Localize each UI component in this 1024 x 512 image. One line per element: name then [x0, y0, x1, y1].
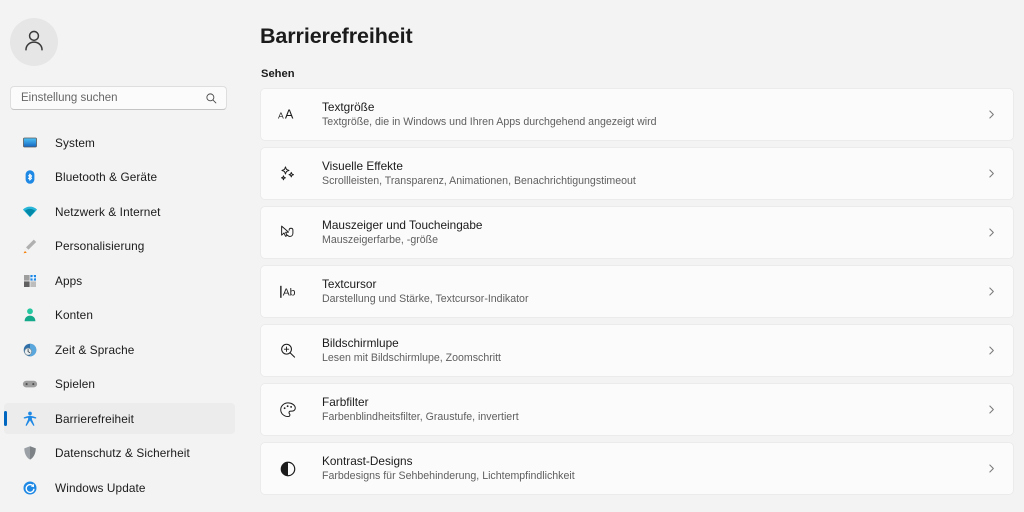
svg-text:A: A: [285, 106, 294, 121]
monitor-icon: [22, 135, 38, 151]
setting-card-textgroesse[interactable]: A A Textgröße Textgröße, die in Windows …: [260, 88, 1014, 141]
page-title: Barrierefreiheit: [260, 24, 413, 48]
card-subtitle: Textgröße, die in Windows und Ihren Apps…: [322, 116, 657, 129]
card-title: Farbfilter: [322, 395, 369, 410]
sidebar-item-label: Konten: [55, 308, 93, 322]
sparkle-effects-icon: [277, 163, 299, 185]
sidebar-item-windows-update[interactable]: Windows Update: [4, 472, 235, 503]
sidebar-item-label: Bluetooth & Geräte: [55, 170, 158, 184]
card-subtitle: Mauszeigerfarbe, -größe: [322, 234, 438, 247]
setting-card-kontrast-designs[interactable]: Kontrast-Designs Farbdesigns für Sehbehi…: [260, 442, 1014, 495]
sidebar-item-label: Datenschutz & Sicherheit: [55, 446, 190, 460]
search-box[interactable]: [10, 86, 227, 110]
svg-text:Ab: Ab: [283, 287, 296, 298]
setting-card-farbfilter[interactable]: Farbfilter Farbenblindheitsfilter, Graus…: [260, 383, 1014, 436]
chevron-right-icon[interactable]: [986, 227, 997, 238]
card-title: Textgröße: [322, 100, 375, 115]
card-text: Kontrast-Designs Farbdesigns für Sehbehi…: [322, 454, 986, 483]
card-title: Textcursor: [322, 277, 377, 292]
settings-card-list: A A Textgröße Textgröße, die in Windows …: [260, 88, 1014, 495]
wifi-icon: [22, 204, 38, 220]
contrast-half-circle-icon: [277, 458, 299, 480]
sidebar-item-label: Spielen: [55, 377, 96, 391]
card-title: Kontrast-Designs: [322, 454, 413, 469]
search-input[interactable]: [21, 87, 205, 109]
card-text: Textgröße Textgröße, die in Windows und …: [322, 100, 986, 129]
gamepad-icon: [22, 376, 38, 392]
sidebar-item-label: System: [55, 135, 95, 150]
card-subtitle: Scrollleisten, Transparenz, Animationen,…: [322, 175, 636, 188]
apps-grid-icon: [22, 273, 38, 289]
card-subtitle: Darstellung und Stärke, Textcursor-Indik…: [322, 293, 529, 306]
chevron-right-icon[interactable]: [986, 109, 997, 120]
sidebar-item-label: Windows Update: [55, 480, 146, 495]
card-text: Textcursor Darstellung und Stärke, Textc…: [322, 277, 986, 306]
card-subtitle: Farbdesigns für Sehbehinderung, Lichtemp…: [322, 470, 575, 483]
card-subtitle: Lesen mit Bildschirmlupe, Zoomschritt: [322, 352, 501, 365]
sidebar-item-time-language[interactable]: Zeit & Sprache: [4, 334, 235, 365]
color-palette-icon: [277, 399, 299, 421]
settings-window: System Bluetooth & Geräte: [0, 0, 1024, 512]
sidebar-item-bluetooth-devices[interactable]: Bluetooth & Geräte: [4, 162, 235, 193]
refresh-circle-icon: [22, 480, 38, 496]
sidebar-item-label: Barrierefreiheit: [55, 411, 134, 426]
sidebar-item-accounts[interactable]: Konten: [4, 300, 235, 331]
accessibility-person-icon: [22, 411, 38, 427]
section-label-sehen: Sehen: [261, 68, 295, 80]
person-avatar-icon: [21, 27, 47, 58]
sidebar-item-gaming[interactable]: Spielen: [4, 369, 235, 400]
clock-globe-icon: [22, 342, 38, 358]
card-text: Mauszeiger und Toucheingabe Mauszeigerfa…: [322, 218, 986, 247]
card-text: Visuelle Effekte Scrollleisten, Transpar…: [322, 159, 986, 188]
card-title: Bildschirmlupe: [322, 336, 399, 351]
sidebar-item-privacy-security[interactable]: Datenschutz & Sicherheit: [4, 438, 235, 469]
sidebar-nav: System Bluetooth & Geräte Netzwerk & Int…: [0, 127, 240, 503]
text-size-aa-icon: A A: [277, 104, 299, 126]
chevron-right-icon[interactable]: [986, 463, 997, 474]
magnifier-plus-icon: [277, 340, 299, 362]
card-subtitle: Farbenblindheitsfilter, Graustufe, inver…: [322, 411, 519, 424]
sidebar: System Bluetooth & Geräte: [0, 0, 240, 512]
sidebar-item-label: Apps: [55, 273, 83, 288]
card-title: Mauszeiger und Toucheingabe: [322, 218, 483, 233]
sidebar-item-label: Personalisierung: [55, 239, 145, 253]
svg-text:A: A: [278, 110, 284, 120]
chevron-right-icon[interactable]: [986, 286, 997, 297]
main-content: Barrierefreiheit Sehen A A Textgröße Tex…: [240, 0, 1024, 512]
avatar[interactable]: [10, 18, 58, 66]
setting-card-textcursor[interactable]: Ab Textcursor Darstellung und Stärke, Te…: [260, 265, 1014, 318]
card-title: Visuelle Effekte: [322, 159, 403, 174]
sidebar-item-label: Netzwerk & Internet: [55, 204, 161, 219]
chevron-right-icon[interactable]: [986, 345, 997, 356]
setting-card-bildschirmlupe[interactable]: Bildschirmlupe Lesen mit Bildschirmlupe,…: [260, 324, 1014, 377]
card-text: Bildschirmlupe Lesen mit Bildschirmlupe,…: [322, 336, 986, 365]
avatar-row: [0, 0, 240, 66]
bluetooth-icon: [22, 169, 38, 185]
chevron-right-icon[interactable]: [986, 404, 997, 415]
setting-card-mauszeiger-toucheingabe[interactable]: Mauszeiger und Toucheingabe Mauszeigerfa…: [260, 206, 1014, 259]
mouse-pointer-icon: [277, 222, 299, 244]
setting-card-visuelle-effekte[interactable]: Visuelle Effekte Scrollleisten, Transpar…: [260, 147, 1014, 200]
sidebar-item-accessibility[interactable]: Barrierefreiheit: [4, 403, 235, 434]
card-text: Farbfilter Farbenblindheitsfilter, Graus…: [322, 395, 986, 424]
shield-icon: [22, 445, 38, 461]
account-person-icon: [22, 307, 38, 323]
text-cursor-ab-icon: Ab: [277, 281, 299, 303]
sidebar-item-apps[interactable]: Apps: [4, 265, 235, 296]
sidebar-item-label: Zeit & Sprache: [55, 342, 135, 357]
search-icon[interactable]: [205, 92, 218, 105]
paintbrush-icon: [22, 238, 38, 254]
sidebar-item-personalization[interactable]: Personalisierung: [4, 231, 235, 262]
sidebar-item-system[interactable]: System: [4, 127, 235, 158]
sidebar-item-network-internet[interactable]: Netzwerk & Internet: [4, 196, 235, 227]
chevron-right-icon[interactable]: [986, 168, 997, 179]
